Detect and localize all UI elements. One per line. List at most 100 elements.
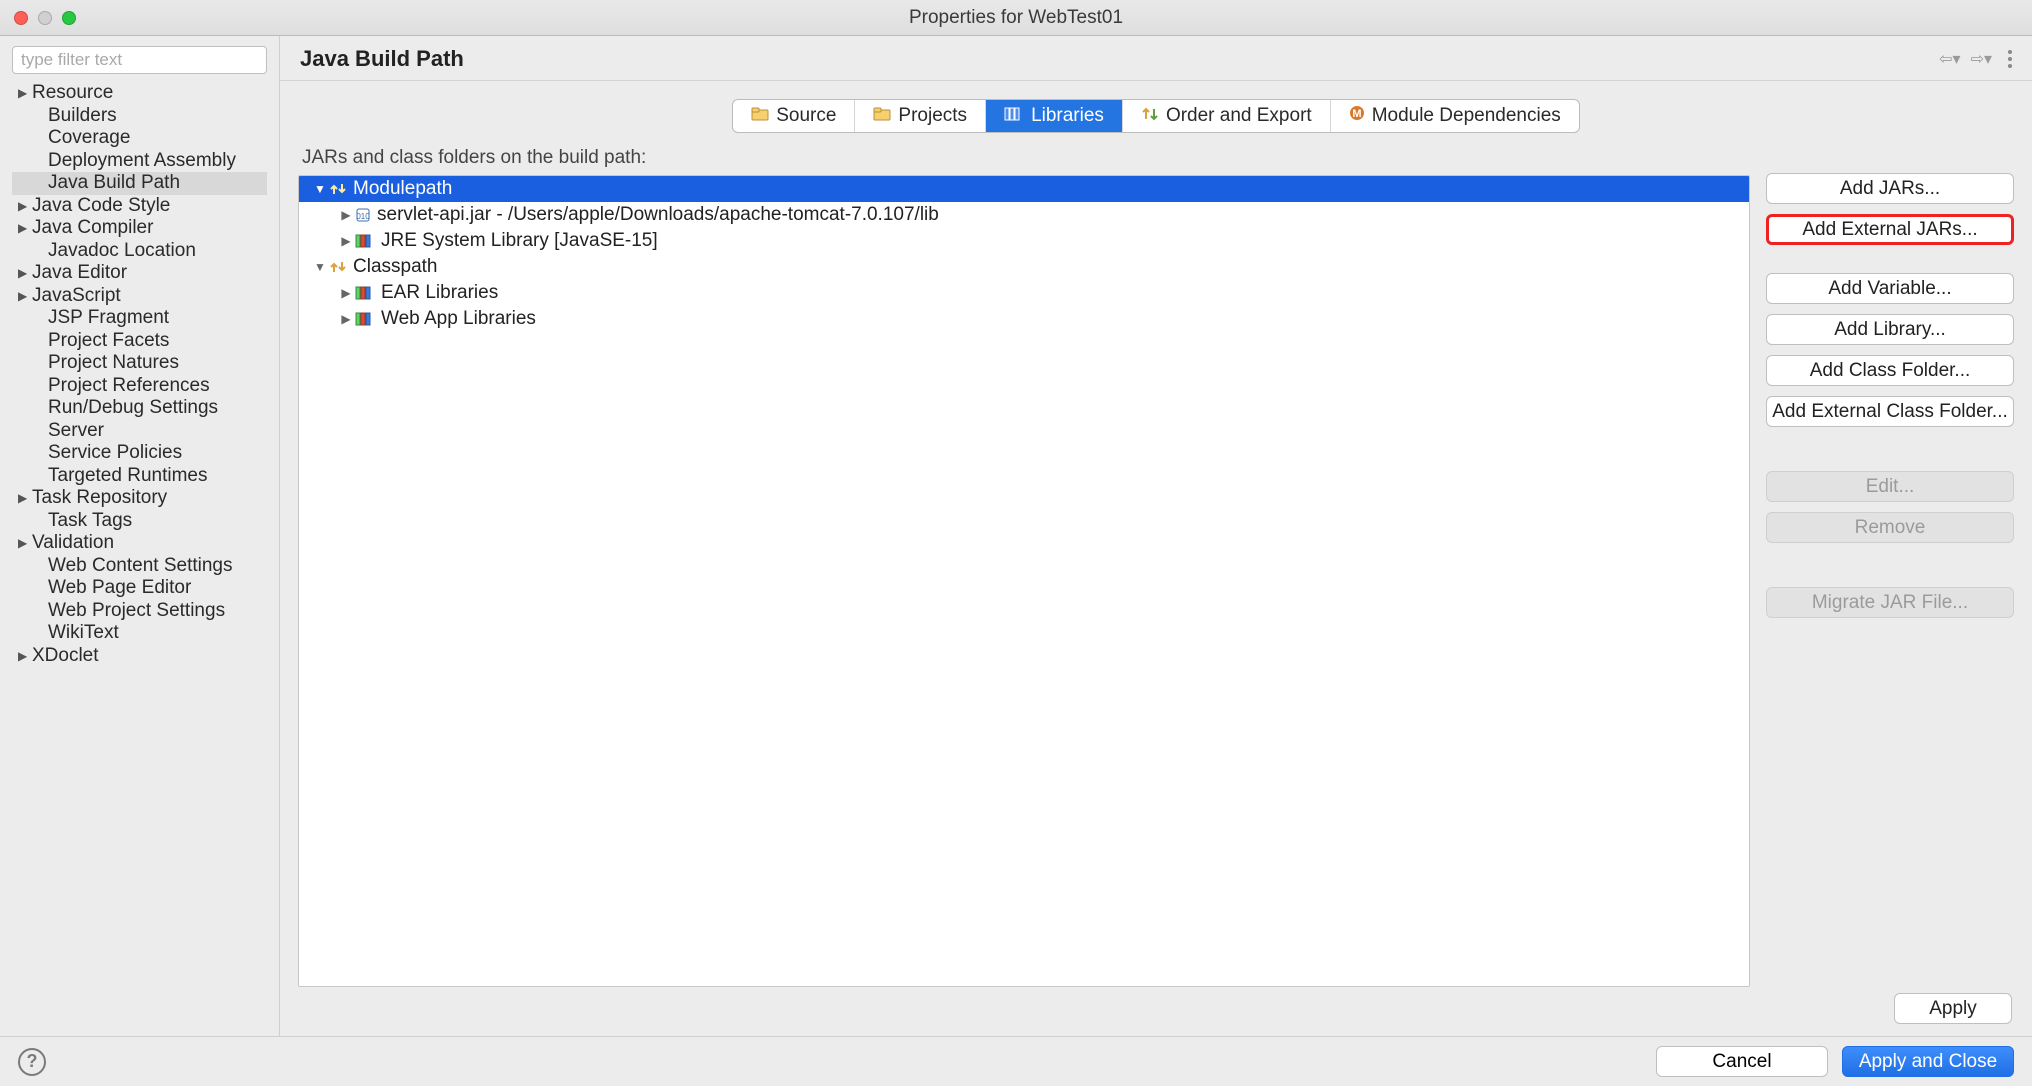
tab-projects[interactable]: Projects [855, 100, 986, 132]
library-row[interactable]: ▼ Classpath [299, 254, 1749, 280]
chevron-right-icon[interactable]: ▶ [339, 234, 353, 248]
zoom-window-button[interactable] [62, 11, 76, 25]
sidebar-item-web-content-settings[interactable]: ▶Web Content Settings [12, 555, 267, 578]
library-row-label: Web App Libraries [381, 308, 536, 330]
lib-icon [355, 286, 375, 300]
sidebar-item-label: Run/Debug Settings [48, 397, 218, 419]
sidebar-item-label: Web Project Settings [48, 600, 225, 622]
chevron-right-icon[interactable]: ▶ [339, 286, 353, 300]
sidebar-item-web-page-editor[interactable]: ▶Web Page Editor [12, 577, 267, 600]
sidebar-item-project-references[interactable]: ▶Project References [12, 375, 267, 398]
sidebar-item-javadoc-location[interactable]: ▶Javadoc Location [12, 240, 267, 263]
sidebar-item-targeted-runtimes[interactable]: ▶Targeted Runtimes [12, 465, 267, 488]
sidebar-item-project-facets[interactable]: ▶Project Facets [12, 330, 267, 353]
sidebar-tree: ▶Resource▶Builders▶Coverage▶Deployment A… [12, 82, 267, 667]
sidebar-item-java-compiler[interactable]: ▶Java Compiler [12, 217, 267, 240]
sidebar-item-label: Project Facets [48, 330, 169, 352]
header-toolbar: ⇦▾ ⇨▾ [1939, 49, 2012, 69]
libraries-icon [1004, 105, 1024, 127]
chevron-down-icon[interactable]: ▼ [313, 260, 327, 274]
view-menu-icon[interactable] [2008, 50, 2012, 68]
chevron-right-icon: ▶ [18, 266, 30, 280]
sidebar-item-java-editor[interactable]: ▶Java Editor [12, 262, 267, 285]
sidebar-item-task-repository[interactable]: ▶Task Repository [12, 487, 267, 510]
add-external-jars-button[interactable]: Add External JARs... [1766, 214, 2014, 245]
back-button[interactable]: ⇦▾ [1939, 49, 1960, 69]
chevron-right-icon: ▶ [18, 289, 30, 303]
chevron-right-icon[interactable]: ▶ [339, 312, 353, 326]
dialog-footer: ? Cancel Apply and Close [0, 1036, 2032, 1086]
lib-icon [355, 312, 375, 326]
library-row-label: Classpath [353, 256, 438, 278]
edit-button: Edit... [1766, 471, 2014, 502]
tab-module[interactable]: MModule Dependencies [1331, 100, 1579, 132]
library-row[interactable]: ▶EAR Libraries [299, 280, 1749, 306]
remove-button: Remove [1766, 512, 2014, 543]
sidebar-item-xdoclet[interactable]: ▶XDoclet [12, 645, 267, 668]
library-column: JARs and class folders on the build path… [298, 145, 1750, 987]
close-window-button[interactable] [14, 11, 28, 25]
add-jars-button[interactable]: Add JARs... [1766, 173, 2014, 204]
sidebar-item-builders[interactable]: ▶Builders [12, 105, 267, 128]
sidebar-item-label: Deployment Assembly [48, 150, 236, 172]
chevron-right-icon[interactable]: ▶ [339, 208, 353, 222]
library-row[interactable]: ▶010servlet-api.jar - /Users/apple/Downl… [299, 202, 1749, 228]
sidebar-item-label: Task Tags [48, 510, 132, 532]
window-title: Properties for WebTest01 [0, 7, 2032, 29]
sidebar-item-label: Web Page Editor [48, 577, 191, 599]
sidebar-item-service-policies[interactable]: ▶Service Policies [12, 442, 267, 465]
sidebar-item-label: Java Code Style [32, 195, 170, 217]
filter-input[interactable] [12, 46, 267, 74]
chevron-right-icon: ▶ [18, 649, 30, 663]
sidebar-item-label: Targeted Runtimes [48, 465, 207, 487]
sidebar-item-wikitext[interactable]: ▶WikiText [12, 622, 267, 645]
page-title: Java Build Path [300, 46, 1939, 72]
sidebar-item-server[interactable]: ▶Server [12, 420, 267, 443]
sidebar-item-task-tags[interactable]: ▶Task Tags [12, 510, 267, 533]
library-tree[interactable]: ▼ Modulepath▶010servlet-api.jar - /Users/… [298, 175, 1750, 987]
add-class-folder-button[interactable]: Add Class Folder... [1766, 355, 2014, 386]
chevron-right-icon: ▶ [18, 86, 30, 100]
sidebar-item-label: Server [48, 420, 104, 442]
sidebar-item-label: XDoclet [32, 645, 99, 667]
sidebar-item-validation[interactable]: ▶Validation [12, 532, 267, 555]
sidebar-item-coverage[interactable]: ▶Coverage [12, 127, 267, 150]
sidebar-item-label: Project References [48, 375, 210, 397]
add-library-button[interactable]: Add Library... [1766, 314, 2014, 345]
add-variable-button[interactable]: Add Variable... [1766, 273, 2014, 304]
chevron-right-icon: ▶ [18, 491, 30, 505]
library-row[interactable]: ▶ Web App Libraries [299, 306, 1749, 332]
library-row[interactable]: ▶JRE System Library [JavaSE-15] [299, 228, 1749, 254]
tab-source[interactable]: Source [733, 100, 855, 132]
library-row-label: Modulepath [353, 178, 452, 200]
sidebar-item-jsp-fragment[interactable]: ▶JSP Fragment [12, 307, 267, 330]
chevron-right-icon: ▶ [18, 221, 30, 235]
tab-label: Order and Export [1166, 105, 1312, 127]
sidebar-item-label: Coverage [48, 127, 130, 149]
sidebar: ▶Resource▶Builders▶Coverage▶Deployment A… [0, 36, 280, 1036]
tab-libraries[interactable]: Libraries [986, 100, 1123, 132]
apply-button[interactable]: Apply [1894, 993, 2012, 1024]
traffic-lights [14, 11, 76, 25]
cancel-button[interactable]: Cancel [1656, 1046, 1828, 1077]
forward-button[interactable]: ⇨▾ [1971, 49, 1992, 69]
add-external-class-folder-button[interactable]: Add External Class Folder... [1766, 396, 2014, 427]
sidebar-item-run-debug-settings[interactable]: ▶Run/Debug Settings [12, 397, 267, 420]
migrate-jar-button: Migrate JAR File... [1766, 587, 2014, 618]
sidebar-item-deployment-assembly[interactable]: ▶Deployment Assembly [12, 150, 267, 173]
sidebar-item-javascript[interactable]: ▶JavaScript [12, 285, 267, 308]
sidebar-item-label: Javadoc Location [48, 240, 196, 262]
sidebar-item-java-build-path[interactable]: ▶Java Build Path [12, 172, 267, 195]
minimize-window-button[interactable] [38, 11, 52, 25]
page-body: SourceProjectsLibraries Order and Export M… [280, 81, 2032, 1036]
content: ▶Resource▶Builders▶Coverage▶Deployment A… [0, 36, 2032, 1036]
tab-order[interactable]: Order and Export [1123, 100, 1331, 132]
sidebar-item-web-project-settings[interactable]: ▶Web Project Settings [12, 600, 267, 623]
apply-and-close-button[interactable]: Apply and Close [1842, 1046, 2014, 1077]
help-icon[interactable]: ? [18, 1048, 46, 1076]
sidebar-item-resource[interactable]: ▶Resource [12, 82, 267, 105]
chevron-down-icon[interactable]: ▼ [313, 182, 327, 196]
sidebar-item-java-code-style[interactable]: ▶Java Code Style [12, 195, 267, 218]
library-row[interactable]: ▼ Modulepath [299, 176, 1749, 202]
sidebar-item-project-natures[interactable]: ▶Project Natures [12, 352, 267, 375]
